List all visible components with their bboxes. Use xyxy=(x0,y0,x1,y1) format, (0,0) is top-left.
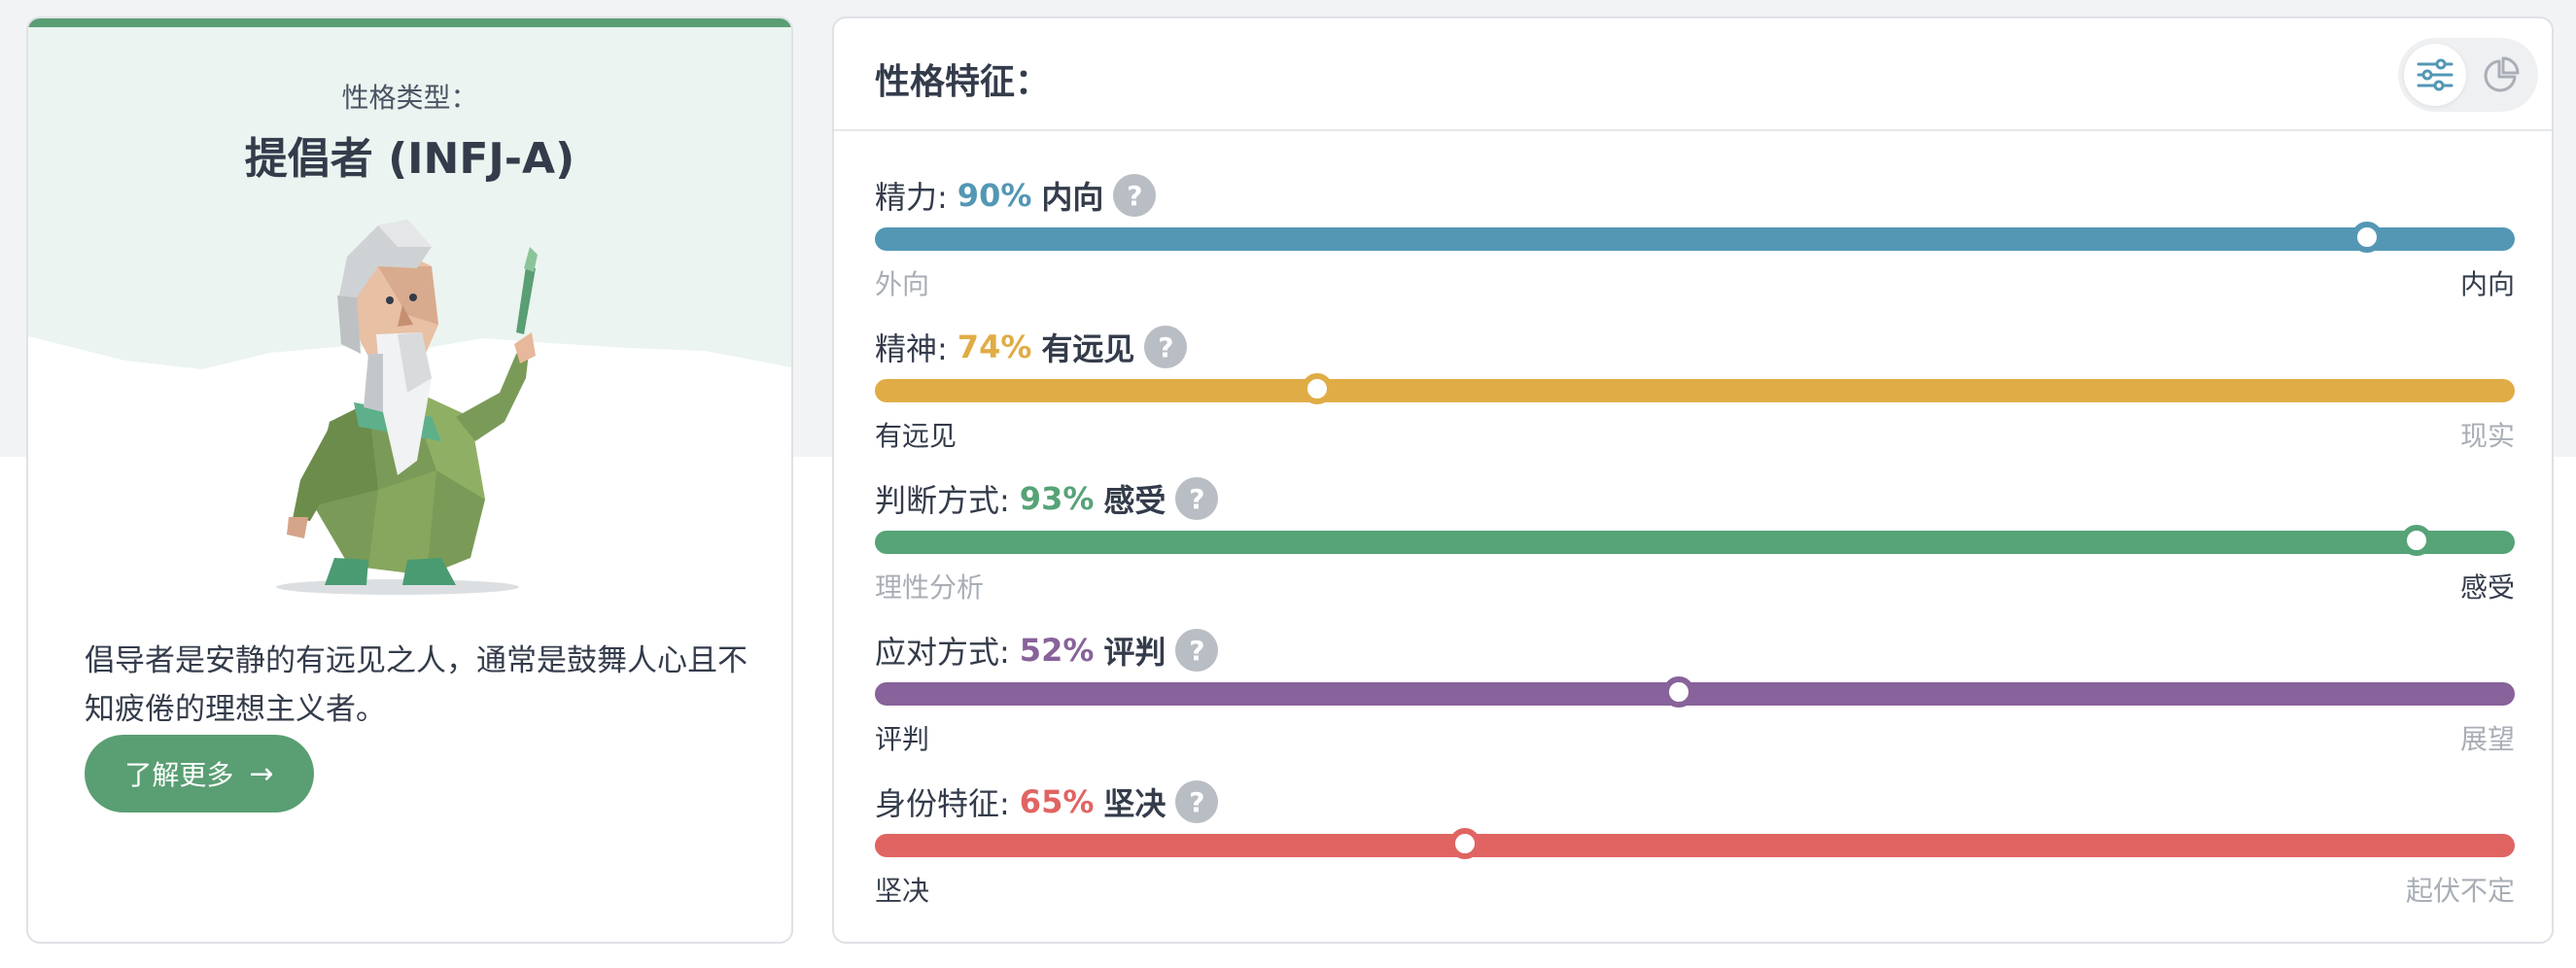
trait-name: 身份特征: xyxy=(875,785,1010,822)
traits-header: 性格特征： xyxy=(834,18,2552,131)
sliders-icon xyxy=(2417,58,2454,91)
help-icon[interactable]: ? xyxy=(1175,477,1219,520)
trait-slider-track[interactable] xyxy=(875,222,2515,253)
trait-percent: 65% xyxy=(1019,783,1095,820)
trait-slider-knob[interactable] xyxy=(1662,676,1694,708)
trait-pole: 评判 xyxy=(1103,634,1166,671)
trait-row: 精力: 90% 内向? 外向 内向 xyxy=(875,172,2515,318)
trait-heading: 判断方式: 93% 感受? xyxy=(875,475,1219,522)
trait-slider-track[interactable] xyxy=(875,676,2515,708)
trait-name: 精力: xyxy=(875,179,948,216)
personality-type-card: 性格类型： 提倡者 (INFJ-A) 倡导者是安静的有远见之人，通常是鼓舞人心且… xyxy=(26,17,793,944)
trait-right-label: 现实 xyxy=(2459,420,2515,452)
trait-left-label: 理性分析 xyxy=(875,571,985,604)
trait-name: 判断方式: xyxy=(875,482,1010,519)
trait-percent: 90% xyxy=(957,177,1032,214)
trait-right-label: 内向 xyxy=(2459,268,2515,300)
trait-pole: 感受 xyxy=(1103,482,1166,519)
learn-more-label: 了解更多 xyxy=(124,759,234,791)
trait-right-label: 展望 xyxy=(2459,723,2515,755)
learn-more-button[interactable]: 了解更多 → xyxy=(85,735,314,812)
trait-slider-knob[interactable] xyxy=(2400,525,2432,556)
trait-slider-track[interactable] xyxy=(875,373,2515,404)
trait-left-label: 有远见 xyxy=(875,420,957,452)
trait-row: 精神: 74% 有远见? 有远见 现实 xyxy=(875,324,2515,469)
trait-heading: 应对方式: 52% 评判? xyxy=(875,627,1219,674)
pie-chart-view-button[interactable] xyxy=(2470,44,2532,106)
traits-title: 性格特征： xyxy=(875,62,1051,102)
trait-left-label: 评判 xyxy=(875,723,930,755)
trait-slider-knob[interactable] xyxy=(1449,828,1481,859)
trait-pole: 内向 xyxy=(1041,179,1104,216)
trait-right-label: 起伏不定 xyxy=(2405,875,2515,907)
sliders-view-button[interactable] xyxy=(2404,44,2466,106)
view-toggle xyxy=(2398,38,2538,112)
type-name: 提倡者 (INFJ-A) xyxy=(244,134,575,184)
trait-row: 身份特征: 65% 坚决? 坚决 起伏不定 xyxy=(875,778,2515,924)
trait-percent: 74% xyxy=(957,328,1032,365)
trait-left-label: 坚决 xyxy=(875,875,930,907)
trait-name: 精神: xyxy=(875,330,948,367)
card-accent-strip xyxy=(28,18,791,27)
trait-percent: 93% xyxy=(1019,480,1095,517)
trait-name: 应对方式: xyxy=(875,634,1010,671)
trait-row: 应对方式: 52% 评判? 评判 展望 xyxy=(875,627,2515,773)
trait-pole: 坚决 xyxy=(1103,785,1166,822)
type-description: 倡导者是安静的有远见之人，通常是鼓舞人心且不知疲倦的理想主义者。 xyxy=(85,643,748,727)
trait-slider-knob[interactable] xyxy=(2351,222,2384,253)
trait-slider-track[interactable] xyxy=(875,828,2515,859)
help-icon[interactable]: ? xyxy=(1175,629,1219,672)
help-icon[interactable]: ? xyxy=(1175,780,1219,823)
trait-pole: 有远见 xyxy=(1041,330,1135,367)
trait-left-label: 外向 xyxy=(875,268,930,300)
help-icon[interactable]: ? xyxy=(1113,174,1157,217)
help-icon[interactable]: ? xyxy=(1144,326,1188,368)
arrow-right-icon: → xyxy=(249,756,274,791)
trait-row: 判断方式: 93% 感受? 理性分析 感受 xyxy=(875,475,2515,621)
personality-traits-panel: 性格特征： 精力: 90% 内向 ? 外向 内向 精神: 74% 有远见 ? 有… xyxy=(832,17,2554,944)
trait-right-label: 感受 xyxy=(2459,571,2515,604)
trait-slider-track[interactable] xyxy=(875,525,2515,556)
trait-slider-knob[interactable] xyxy=(1302,373,1334,404)
trait-heading: 精力: 90% 内向? xyxy=(875,172,1157,219)
wizard-illustration xyxy=(276,220,538,595)
pie-chart-icon xyxy=(2484,56,2520,92)
trait-percent: 52% xyxy=(1019,632,1095,669)
trait-heading: 身份特征: 65% 坚决? xyxy=(875,778,1219,825)
type-label: 性格类型： xyxy=(341,82,478,114)
trait-heading: 精神: 74% 有远见? xyxy=(875,324,1188,370)
